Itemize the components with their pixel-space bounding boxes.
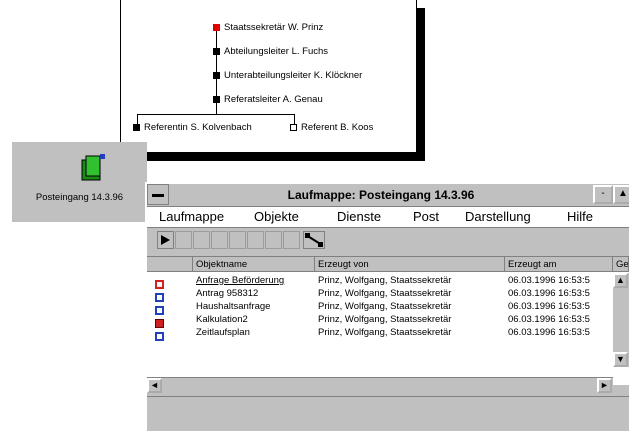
menu-laufmappe[interactable]: Laufmappe xyxy=(159,209,224,224)
document-blue-icon xyxy=(155,302,164,315)
column-header-more[interactable]: Ge xyxy=(613,257,629,272)
row-name: Zeitlaufsplan xyxy=(196,327,250,338)
row-created-at: 06.03.1996 16:53:5 xyxy=(508,288,590,299)
menu-dienste[interactable]: Dienste xyxy=(337,209,381,224)
row-name: Haushaltsanfrage xyxy=(196,301,271,312)
org-connector-vertical xyxy=(216,28,217,100)
desktop-icon-label[interactable]: Posteingang 14.3.96 xyxy=(12,192,147,203)
preview-icon[interactable] xyxy=(283,231,300,249)
menu-bar: Laufmappe Objekte Dienste Post Darstellu… xyxy=(147,207,629,228)
org-node[interactable]: Referatsleiter A. Genau xyxy=(213,94,323,105)
row-name: Antrag 958312 xyxy=(196,288,259,299)
org-node[interactable]: Referentin S. Kolvenbach xyxy=(133,122,252,133)
org-node-marker xyxy=(290,123,297,131)
table-row[interactable]: Kalkulation2 Prinz, Wolfgang, Staatssekr… xyxy=(147,313,615,328)
menu-darstellung[interactable]: Darstellung xyxy=(465,209,531,224)
print-icon[interactable] xyxy=(193,231,210,249)
org-node-marker xyxy=(213,23,220,31)
table-row[interactable]: Haushaltsanfrage Prinz, Wolfgang, Staats… xyxy=(147,300,615,315)
column-header-name[interactable]: Objektname xyxy=(193,257,315,272)
document-blue-icon xyxy=(155,289,164,302)
column-header-created-by[interactable]: Erzeugt von xyxy=(315,257,505,272)
scroll-left-button[interactable]: ◄ xyxy=(147,378,162,393)
row-created-at: 06.03.1996 16:53:5 xyxy=(508,327,590,338)
minimize-button[interactable]: - xyxy=(593,185,613,204)
table-row[interactable]: Anfrage Beförderung Prinz, Wolfgang, Sta… xyxy=(147,274,615,289)
row-name: Kalkulation2 xyxy=(196,314,248,325)
table-row[interactable]: Zeitlaufsplan Prinz, Wolfgang, Staatssek… xyxy=(147,326,615,341)
org-node-marker xyxy=(213,47,220,55)
desktop-area: Posteingang 14.3.96 xyxy=(12,142,147,222)
forward-icon[interactable] xyxy=(157,231,174,249)
object-table: Objektname Erzeugt von Erzeugt am Ge Anf… xyxy=(147,256,629,394)
menu-hilfe[interactable]: Hilfe xyxy=(567,209,593,224)
maximize-button[interactable]: ▲ xyxy=(613,185,629,204)
title-bar[interactable]: Laufmappe: Posteingang 14.3.96 - ▲ xyxy=(147,184,629,207)
document-red-icon xyxy=(155,276,164,289)
folder-mail-icon[interactable] xyxy=(78,152,108,182)
column-header-created-at[interactable]: Erzeugt am xyxy=(505,257,613,272)
cut-icon[interactable] xyxy=(229,231,246,249)
scroll-right-button[interactable]: ► xyxy=(597,378,612,393)
document-blue-icon xyxy=(155,328,164,341)
org-node-marker xyxy=(213,71,220,79)
row-created-by: Prinz, Wolfgang, Staatssekretär xyxy=(318,314,452,325)
row-created-at: 06.03.1996 16:53:5 xyxy=(508,301,590,312)
org-connector-horizontal xyxy=(137,114,294,115)
vertical-scrollbar[interactable]: ▲ ▼ xyxy=(613,273,629,367)
row-created-by: Prinz, Wolfgang, Staatssekretär xyxy=(318,301,452,312)
row-created-at: 06.03.1996 16:53:5 xyxy=(508,314,590,325)
org-node-marker xyxy=(213,95,220,103)
paste-icon[interactable] xyxy=(211,231,228,249)
org-node[interactable]: Referent B. Koos xyxy=(290,122,373,133)
row-name: Anfrage Beförderung xyxy=(196,275,285,286)
status-bar xyxy=(147,396,629,427)
row-created-by: Prinz, Wolfgang, Staatssekretär xyxy=(318,288,452,299)
org-node[interactable]: Staatssekretär W. Prinz xyxy=(213,22,323,33)
toolbar xyxy=(147,228,629,255)
menu-post[interactable]: Post xyxy=(413,209,439,224)
org-chart: Staatssekretär W. Prinz Abteilungsleiter… xyxy=(120,0,417,153)
table-row[interactable]: Antrag 958312 Prinz, Wolfgang, Staatssek… xyxy=(147,287,615,302)
org-node-marker xyxy=(133,123,140,131)
row-created-at: 06.03.1996 16:53:5 xyxy=(508,275,590,286)
menu-objekte[interactable]: Objekte xyxy=(254,209,299,224)
scroll-down-button[interactable]: ▼ xyxy=(613,352,628,367)
column-header-icon xyxy=(147,257,193,272)
spreadsheet-icon xyxy=(155,315,164,328)
horizontal-scrollbar[interactable]: ◄ ► xyxy=(147,377,613,394)
scroll-up-button[interactable]: ▲ xyxy=(613,273,628,288)
row-created-by: Prinz, Wolfgang, Staatssekretär xyxy=(318,327,452,338)
laufmappe-window: Laufmappe: Posteingang 14.3.96 - ▲ Laufm… xyxy=(145,182,629,431)
delete-icon[interactable] xyxy=(265,231,282,249)
org-node[interactable]: Unterabteilungsleiter K. Klöckner xyxy=(213,70,362,81)
row-created-by: Prinz, Wolfgang, Staatssekretär xyxy=(318,275,452,286)
copy-icon[interactable] xyxy=(175,231,192,249)
system-menu-button[interactable] xyxy=(147,184,169,205)
route-icon[interactable] xyxy=(303,231,325,249)
undo-icon[interactable] xyxy=(247,231,264,249)
window-title: Laufmappe: Posteingang 14.3.96 xyxy=(287,188,475,202)
org-node[interactable]: Abteilungsleiter L. Fuchs xyxy=(213,46,328,57)
